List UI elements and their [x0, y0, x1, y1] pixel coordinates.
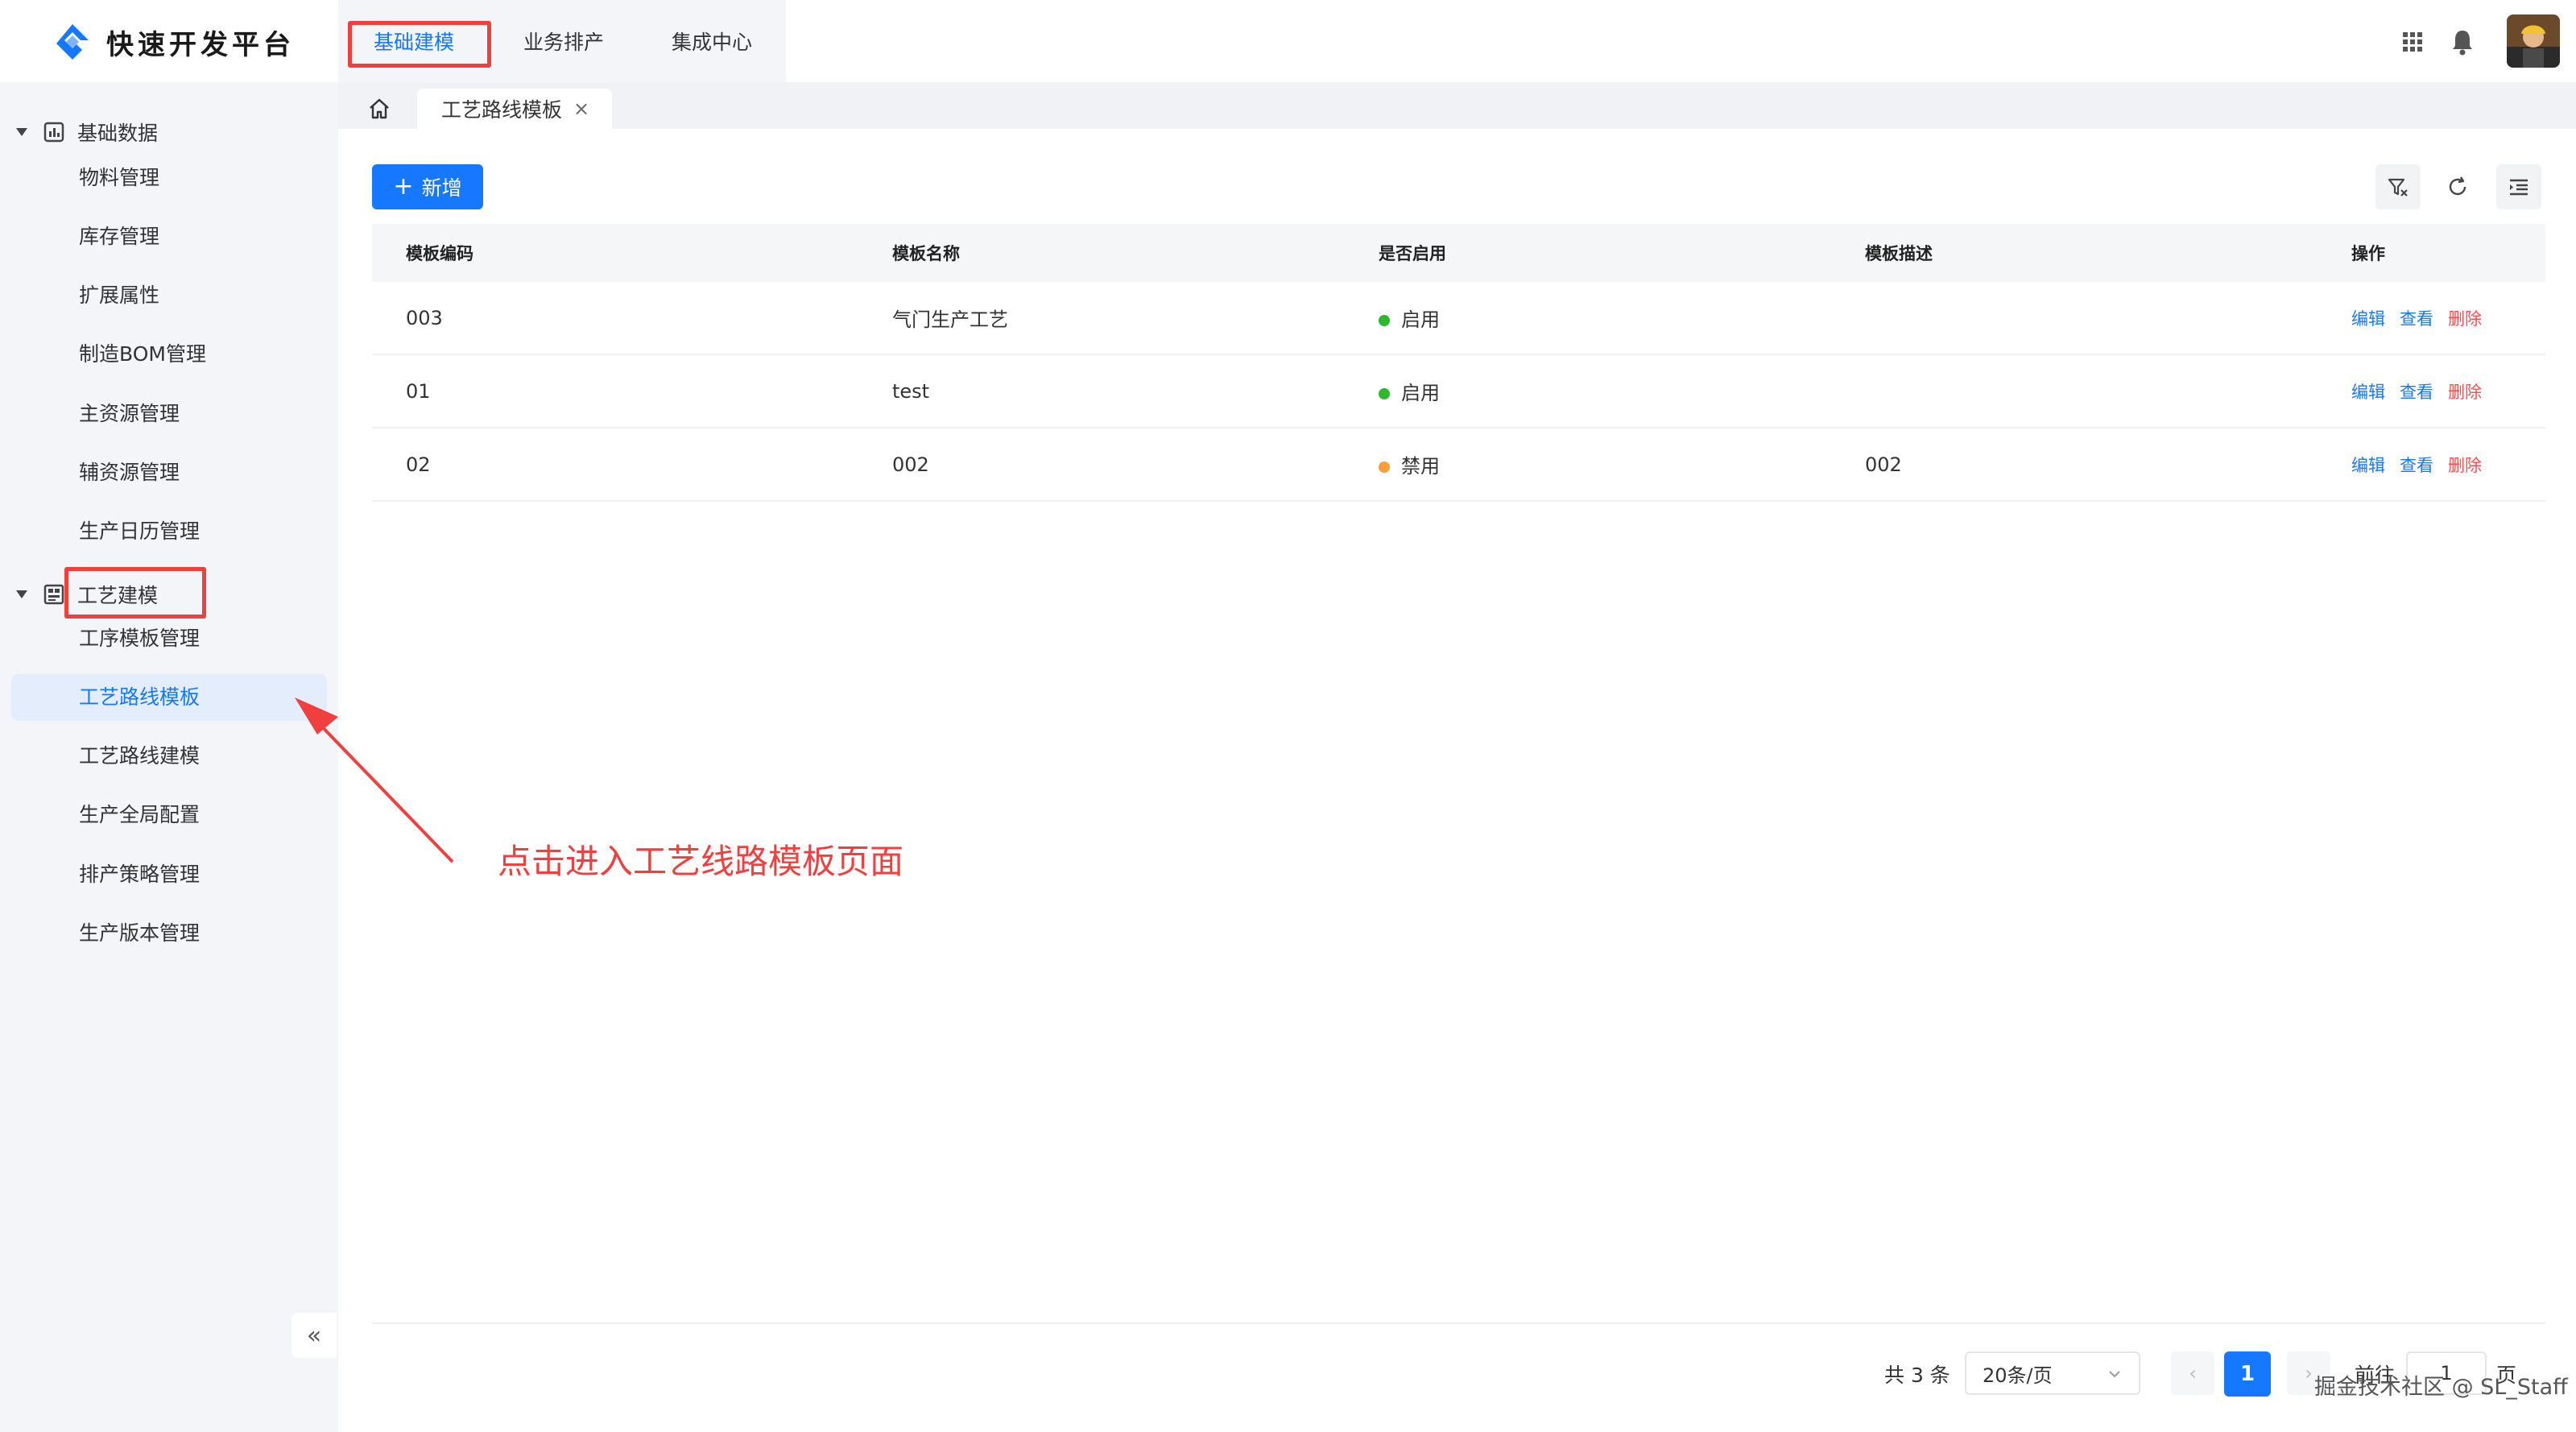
- delete-link[interactable]: 删除: [2448, 456, 2482, 475]
- cell-name: 002: [858, 428, 1345, 502]
- top-tab-integration-center[interactable]: 集成中心: [672, 0, 752, 82]
- plus-icon: +: [393, 172, 414, 201]
- cell-description: 002: [1831, 428, 2318, 502]
- column-header-actions: 操作: [2318, 224, 2545, 282]
- avatar[interactable]: [2507, 14, 2560, 68]
- sidebar-item-scheduling-strategy[interactable]: 排产策略管理: [11, 851, 327, 898]
- table-row[interactable]: 02 002 禁用 002 编辑 查看 删除: [372, 428, 2545, 502]
- cell-description: [1831, 282, 2318, 355]
- highlight-box-top-tab: [348, 21, 491, 68]
- app-title: 快速开发平台: [106, 28, 295, 61]
- sidebar-item-primary-resource[interactable]: 主资源管理: [11, 391, 327, 437]
- main-content: + 新增 模板编码 模板名称 是否启用 模板描述 操作 003 气门生产工艺 启…: [338, 129, 2576, 1432]
- column-header-enabled: 是否启用: [1345, 224, 1831, 282]
- delete-link[interactable]: 删除: [2448, 309, 2482, 329]
- watermark: 掘金技术社区 @ SL_Staff: [2314, 1375, 2568, 1400]
- cell-code: 02: [372, 428, 858, 502]
- view-link[interactable]: 查看: [2400, 309, 2433, 329]
- refresh-icon[interactable]: [2435, 164, 2480, 209]
- sidebar-item-material[interactable]: 物料管理: [11, 155, 327, 201]
- sidebar-item-auxiliary-resource[interactable]: 辅资源管理: [11, 449, 327, 496]
- table-row[interactable]: 003 气门生产工艺 启用 编辑 查看 删除: [372, 282, 2545, 355]
- sidebar-item-production-version[interactable]: 生产版本管理: [11, 910, 327, 957]
- page-tab-bar: 工艺路线模板 ×: [338, 82, 2576, 129]
- status-dot: [1379, 315, 1390, 326]
- apps-grid-icon[interactable]: [2396, 26, 2429, 58]
- close-icon[interactable]: ×: [573, 97, 589, 120]
- sidebar-item-inventory[interactable]: 库存管理: [11, 213, 327, 260]
- logo-icon: [56, 24, 89, 60]
- cell-name: test: [858, 354, 1345, 428]
- annotation-text: 点击进入工艺线路模板页面: [498, 842, 904, 881]
- sidebar-collapse-button[interactable]: «: [292, 1313, 337, 1358]
- bell-icon[interactable]: [2446, 26, 2479, 58]
- sidebar-group-label: 基础数据: [77, 122, 159, 145]
- cell-description: [1831, 354, 2318, 428]
- column-settings-icon[interactable]: [2496, 164, 2541, 209]
- sidebar-item-global-config[interactable]: 生产全局配置: [11, 792, 327, 838]
- status-text: 启用: [1401, 308, 1440, 331]
- sidebar: 基础数据 物料管理 库存管理 扩展属性 制造BOM管理 主资源管理 辅资源管理 …: [0, 82, 338, 1432]
- sidebar-group-basic-data[interactable]: 基础数据: [0, 110, 158, 155]
- sidebar-item-routing-modeling[interactable]: 工艺路线建模: [11, 733, 327, 780]
- table-header-row: 模板编码 模板名称 是否启用 模板描述 操作: [372, 224, 2545, 282]
- table-row[interactable]: 01 test 启用 编辑 查看 删除: [372, 354, 2545, 428]
- sidebar-item-manufacturing-bom[interactable]: 制造BOM管理: [11, 331, 327, 378]
- cell-actions: 编辑 查看 删除: [2318, 282, 2545, 355]
- cell-code: 003: [372, 282, 858, 355]
- page-size-select[interactable]: 20条/页: [1965, 1351, 2140, 1395]
- cell-code: 01: [372, 354, 858, 428]
- edit-link[interactable]: 编辑: [2351, 309, 2385, 329]
- sidebar-item-extended-attributes[interactable]: 扩展属性: [11, 272, 327, 319]
- sidebar-item-production-calendar[interactable]: 生产日历管理: [11, 508, 327, 555]
- status-dot: [1379, 461, 1390, 473]
- sidebar-item-routing-template[interactable]: 工艺路线模板: [11, 674, 327, 721]
- highlight-box-process-group: [64, 567, 206, 619]
- cell-status: 启用: [1345, 282, 1831, 355]
- process-icon: [43, 584, 64, 605]
- caret-down-icon: [16, 590, 27, 598]
- total-count: 共 3 条: [1884, 1364, 1950, 1387]
- page-number-current[interactable]: 1: [2224, 1351, 2271, 1397]
- pagination-divider: [372, 1322, 2545, 1324]
- add-button[interactable]: + 新增: [372, 164, 483, 209]
- edit-link[interactable]: 编辑: [2351, 383, 2385, 402]
- cell-actions: 编辑 查看 删除: [2318, 354, 2545, 428]
- delete-link[interactable]: 删除: [2448, 383, 2482, 402]
- top-tab-business-scheduling[interactable]: 业务排产: [523, 0, 604, 82]
- chart-icon: [43, 122, 64, 143]
- sidebar-item-operation-template[interactable]: 工序模板管理: [11, 615, 327, 662]
- cell-status: 启用: [1345, 354, 1831, 428]
- view-link[interactable]: 查看: [2400, 456, 2433, 475]
- app-logo[interactable]: 快速开发平台: [52, 19, 295, 64]
- prev-page-button[interactable]: ‹: [2171, 1351, 2214, 1395]
- page-size-value: 20条/页: [1983, 1364, 2053, 1387]
- status-text: 禁用: [1401, 455, 1440, 478]
- chevron-down-icon: [2109, 1371, 2120, 1378]
- cell-status: 禁用: [1345, 428, 1831, 502]
- status-dot: [1379, 388, 1390, 399]
- status-text: 启用: [1401, 382, 1440, 404]
- caret-down-icon: [16, 128, 27, 136]
- home-icon[interactable]: [359, 89, 399, 129]
- column-header-description: 模板描述: [1831, 224, 2318, 282]
- view-link[interactable]: 查看: [2400, 383, 2433, 402]
- filter-icon[interactable]: [2375, 164, 2421, 209]
- page-tab-routing-template[interactable]: 工艺路线模板 ×: [417, 89, 613, 129]
- routing-template-table: 模板编码 模板名称 是否启用 模板描述 操作 003 气门生产工艺 启用 编辑查…: [372, 224, 2545, 502]
- page-tab-label: 工艺路线模板: [441, 98, 563, 122]
- cell-name: 气门生产工艺: [858, 282, 1345, 355]
- cell-actions: 编辑 查看 删除: [2318, 428, 2545, 502]
- edit-link[interactable]: 编辑: [2351, 456, 2385, 475]
- column-header-code: 模板编码: [372, 224, 858, 282]
- add-button-label: 新增: [421, 176, 462, 200]
- column-header-name: 模板名称: [858, 224, 1345, 282]
